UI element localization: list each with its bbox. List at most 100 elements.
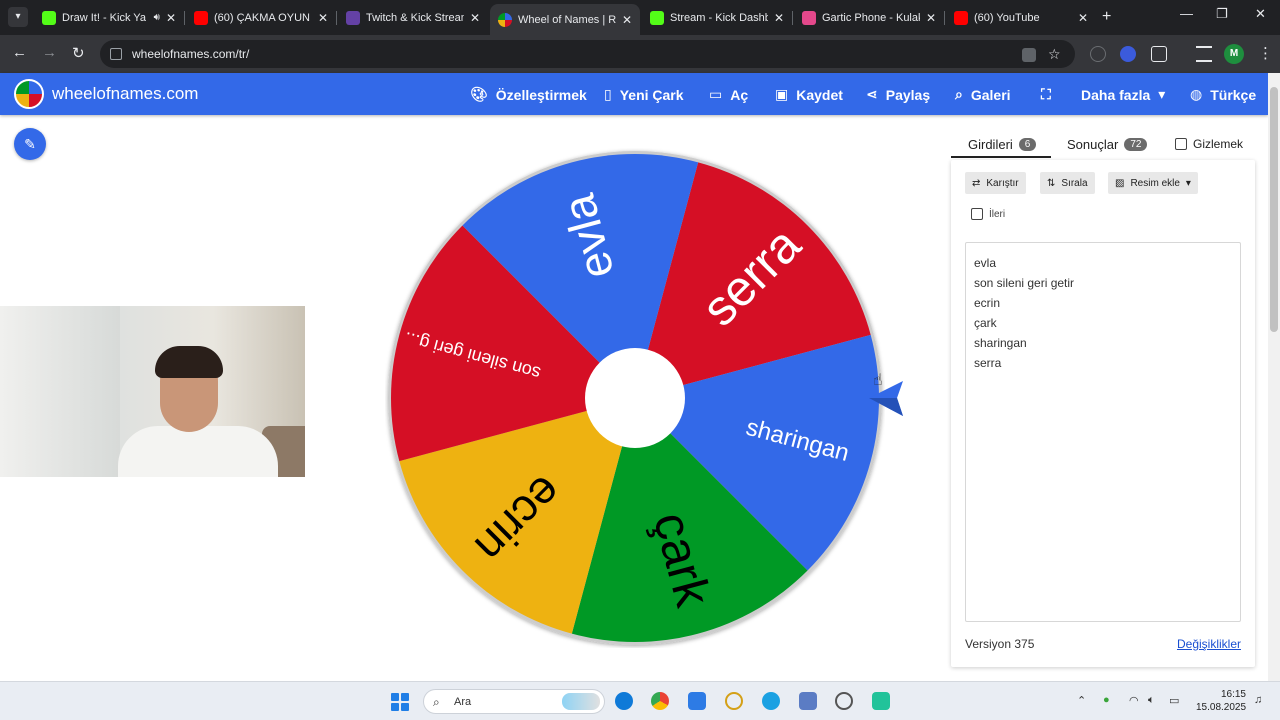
- kick-favicon-icon: [650, 10, 664, 25]
- site-info-icon[interactable]: [110, 48, 122, 60]
- browser-tab[interactable]: (60) YouTube ✕: [946, 4, 1096, 31]
- advanced-checkbox[interactable]: İleri: [971, 208, 1005, 220]
- extension-icon[interactable]: [1120, 46, 1136, 62]
- wheel[interactable]: serra sharingan çark ecrin son sileni geri g…: [385, 148, 885, 648]
- entry-line: sharingan: [974, 336, 1027, 350]
- site-logo-text[interactable]: wheelofnames.com: [52, 84, 198, 104]
- extension-icon[interactable]: [1090, 46, 1106, 62]
- wifi-icon[interactable]: ◠: [1129, 694, 1139, 707]
- translate-icon[interactable]: [1022, 48, 1036, 62]
- app-icon[interactable]: [872, 692, 890, 710]
- calculator-icon[interactable]: [799, 692, 817, 710]
- caret-down-icon: ▾: [1158, 86, 1166, 102]
- edit-pencil-button[interactable]: ✎: [14, 128, 46, 160]
- browser-tab[interactable]: (60) ÇAKMA OYUN S ✕: [186, 4, 336, 31]
- forward-icon[interactable]: →: [42, 44, 57, 61]
- close-tab-icon[interactable]: ✕: [470, 11, 480, 25]
- chevron-up-icon[interactable]: ⌃: [1077, 694, 1086, 707]
- pencil-icon: ✎: [24, 136, 36, 152]
- kick-favicon-icon: [42, 10, 56, 25]
- app-icon[interactable]: [835, 692, 853, 710]
- restore-icon[interactable]: ❐: [1216, 6, 1228, 22]
- tab-entries[interactable]: Girdileri 6: [968, 137, 1037, 152]
- app-icon[interactable]: [725, 692, 743, 710]
- wheel-logo-icon[interactable]: [14, 79, 44, 109]
- caret-down-icon: ▾: [1185, 177, 1191, 189]
- tab-results-label: Sonuçlar: [1067, 137, 1119, 152]
- browser-tab[interactable]: Stream - Kick Dashbo ✕: [642, 4, 792, 31]
- save-button[interactable]: ▣ Kaydet: [775, 86, 843, 103]
- more-label: Daha fazla: [1081, 86, 1151, 103]
- entries-textarea[interactable]: evla son sileni geri getir ecrin çark sh…: [965, 242, 1241, 622]
- page-scrollbar[interactable]: [1268, 73, 1280, 681]
- clock-time: 16:15: [1220, 689, 1246, 700]
- tab-divider: [336, 11, 337, 25]
- active-tab-indicator: [951, 156, 1051, 158]
- close-tab-icon[interactable]: ✕: [774, 11, 784, 25]
- close-window-icon[interactable]: ✕: [1255, 6, 1266, 22]
- globe-icon: ◍: [1190, 86, 1203, 102]
- entry-line: ecrin: [974, 296, 1001, 310]
- tab-search-icon[interactable]: ▾: [8, 7, 28, 27]
- search-icon: ⌕: [955, 86, 963, 102]
- browser-tab-active[interactable]: Wheel of Names | Ra ✕: [490, 4, 640, 35]
- tab-title: Twitch & Kick Stream: [366, 11, 464, 24]
- profile-avatar[interactable]: M: [1224, 44, 1244, 64]
- changes-link[interactable]: Değişiklikler: [1177, 637, 1241, 651]
- add-image-button[interactable]: ▨ Resim ekle ▾: [1108, 172, 1198, 194]
- customize-button[interactable]: 🎨︎ Özelleştirmek: [470, 86, 587, 103]
- customize-label: Özelleştirmek: [495, 86, 587, 103]
- language-button[interactable]: ◍ Türkçe: [1190, 86, 1256, 103]
- checkbox-icon[interactable]: [971, 208, 983, 220]
- minimize-icon[interactable]: —: [1180, 6, 1193, 21]
- share-icon: ⋖: [866, 86, 878, 102]
- taskbar-clock[interactable]: 16:15 15.08.2025: [1196, 688, 1246, 714]
- edge-icon[interactable]: [615, 692, 633, 710]
- close-tab-icon[interactable]: ✕: [1078, 11, 1088, 25]
- more-dropdown[interactable]: Daha fazla ▾: [1081, 86, 1165, 103]
- version-text: Versiyon 375: [965, 637, 1035, 651]
- hide-checkbox[interactable]: Gizlemek: [1175, 137, 1243, 151]
- store-icon[interactable]: [688, 692, 706, 710]
- notification-bell-icon[interactable]: ♫: [1254, 694, 1262, 706]
- close-tab-icon[interactable]: ✕: [166, 11, 176, 25]
- browser-tab[interactable]: Gartic Phone - Kulak ✕: [794, 4, 944, 31]
- close-tab-icon[interactable]: ✕: [318, 11, 328, 25]
- close-tab-icon[interactable]: ✕: [926, 11, 936, 25]
- battery-icon[interactable]: ▭: [1169, 694, 1179, 707]
- scrollbar-thumb[interactable]: [1270, 87, 1278, 332]
- back-icon[interactable]: ←: [12, 44, 27, 61]
- new-wheel-button[interactable]: ▯ Yeni Çark: [604, 86, 684, 103]
- browser-tab[interactable]: Twitch & Kick Stream ✕: [338, 4, 488, 31]
- share-button[interactable]: ⋖ Paylaş: [866, 86, 930, 103]
- tab-results[interactable]: Sonuçlar 72: [1067, 137, 1148, 152]
- fullscreen-button[interactable]: ⛶: [1041, 86, 1051, 103]
- tab-entries-label: Girdileri: [968, 137, 1013, 152]
- kebab-menu-icon[interactable]: ⋮: [1258, 44, 1273, 62]
- windows-start-icon[interactable]: [391, 693, 409, 711]
- media-controls-icon[interactable]: [1196, 46, 1212, 62]
- volume-icon[interactable]: 🔈︎: [1148, 694, 1155, 707]
- wheel-center-hub[interactable]: [585, 348, 685, 448]
- taskbar-search-box[interactable]: ⌕ Ara: [423, 689, 605, 714]
- entries-card: ⇄ Karıştır ⇅ Sırala ▨ Resim ekle ▾ İleri…: [951, 160, 1255, 667]
- close-tab-icon[interactable]: ✕: [622, 13, 632, 27]
- shuffle-button[interactable]: ⇄ Karıştır: [965, 172, 1026, 194]
- open-button[interactable]: ▭ Aç: [709, 86, 748, 103]
- tab-title: Wheel of Names | Ra: [518, 13, 616, 26]
- microphone-icon[interactable]: ●: [1103, 694, 1110, 706]
- app-icon[interactable]: [762, 692, 780, 710]
- checkbox-icon[interactable]: [1175, 138, 1187, 150]
- gallery-button[interactable]: ⌕ Galeri: [955, 86, 1011, 103]
- entries-panel: Girdileri 6 Sonuçlar 72 Gizlemek ⇄ Karış…: [951, 125, 1255, 667]
- chrome-icon[interactable]: [651, 692, 669, 710]
- reload-icon[interactable]: ↻: [72, 44, 85, 62]
- bookmark-star-icon[interactable]: ☆: [1048, 40, 1061, 68]
- extensions-puzzle-icon[interactable]: [1151, 46, 1167, 62]
- wheel-graphic[interactable]: serrasharingançarkecrinson sileni geri g…: [385, 148, 885, 648]
- sort-button[interactable]: ⇅ Sırala: [1040, 172, 1095, 194]
- address-bar[interactable]: wheelofnames.com/tr/ ☆: [100, 40, 1075, 68]
- speaker-icon[interactable]: 🔊︎: [154, 12, 160, 23]
- new-tab-icon[interactable]: +: [1102, 8, 1111, 26]
- browser-tab[interactable]: Draw It! - Kick Ya 🔊︎ ✕: [34, 4, 184, 31]
